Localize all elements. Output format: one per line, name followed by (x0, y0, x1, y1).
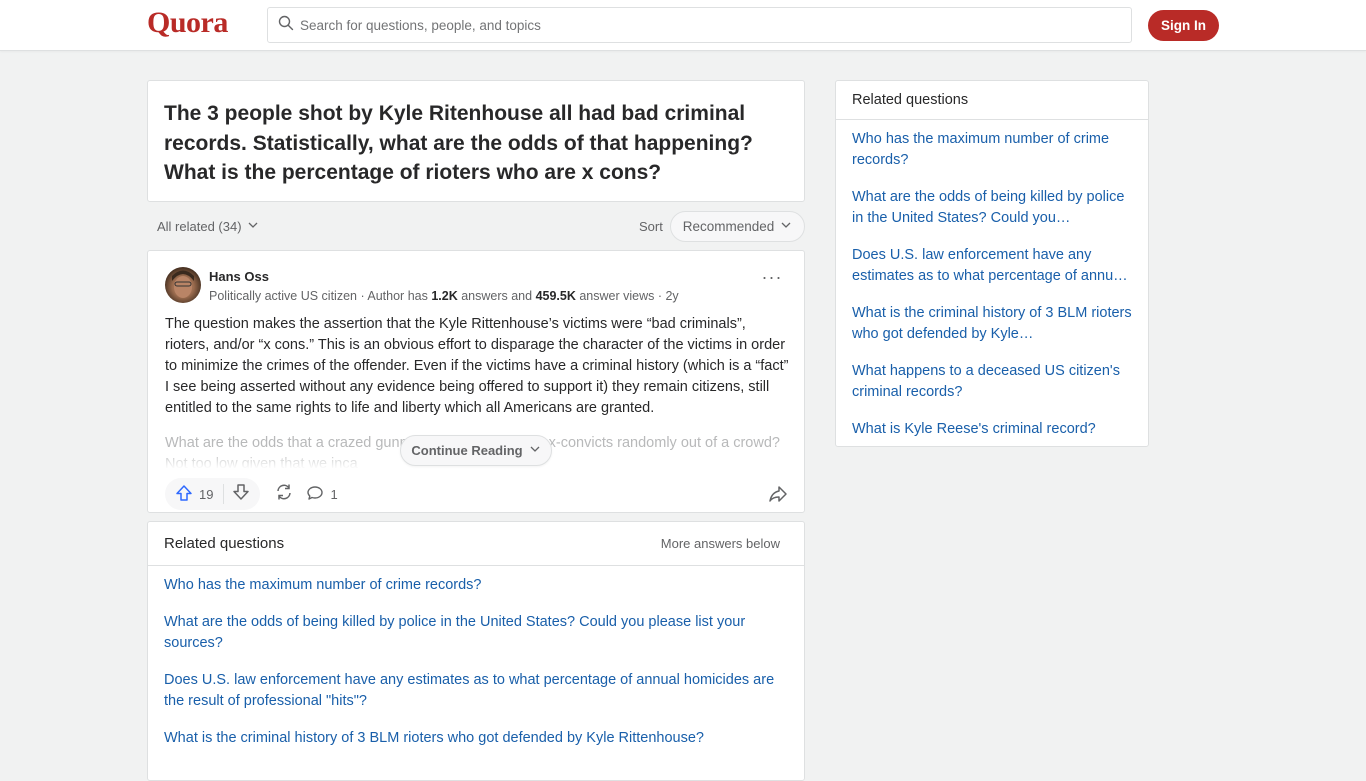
downvote-icon (232, 483, 250, 505)
more-options-icon[interactable]: ··· (760, 265, 784, 289)
comment-icon (306, 484, 324, 505)
related-title: Related questions (164, 535, 285, 552)
related-question-link[interactable]: Who has the maximum number of crime reco… (164, 575, 794, 596)
sort-dropdown[interactable]: Recommended (670, 211, 805, 242)
quora-logo[interactable]: Quora (147, 6, 228, 40)
continue-reading-button[interactable]: Continue Reading (400, 435, 552, 466)
related-question-link[interactable]: Does U.S. law enforcement have any estim… (164, 670, 794, 712)
all-related-dropdown[interactable]: All related (34) (157, 219, 259, 234)
share-button[interactable] (768, 484, 788, 508)
answer-filter-bar: All related (34) Sort Recommended (147, 210, 805, 244)
sign-in-button[interactable]: Sign In (1148, 10, 1219, 41)
sidebar-question-link[interactable]: What is the criminal history of 3 BLM ri… (852, 303, 1132, 345)
sidebar-question-link[interactable]: What is Kyle Reese's criminal record? (852, 419, 1132, 440)
related-questions-main: Related questions More answers below Who… (147, 521, 805, 781)
related-question-link[interactable]: What are the odds of being killed by pol… (164, 612, 794, 654)
reshare-icon (274, 482, 294, 506)
sidebar-question-link[interactable]: What happens to a deceased US citizen's … (852, 361, 1132, 403)
sort-value: Recommended (682, 219, 775, 234)
comment-count: 1 (330, 486, 338, 502)
upvote-button[interactable]: 19 (175, 484, 225, 505)
answers-count: 1.2K (431, 289, 458, 303)
cred-text: answers and (457, 289, 536, 303)
search-input[interactable] (300, 17, 1100, 33)
reshare-button[interactable] (274, 482, 294, 506)
views-count: 459.5K (535, 289, 576, 303)
sidebar-list: Who has the maximum number of crime reco… (836, 120, 1148, 440)
answer-actions: 19 1 (165, 478, 338, 510)
chevron-down-icon (247, 219, 259, 234)
author-credential: Politically active US citizen · Author h… (209, 289, 679, 303)
continue-reading-label: Continue Reading (411, 443, 523, 458)
author-avatar[interactable] (165, 267, 201, 303)
chevron-down-icon (780, 219, 792, 234)
upvote-count: 19 (199, 486, 214, 502)
cred-text: Politically active US citizen · Author h… (209, 289, 432, 303)
related-header: Related questions More answers below (148, 522, 804, 566)
downvote-button[interactable] (224, 483, 250, 505)
chevron-down-icon (529, 443, 541, 458)
author-name[interactable]: Hans Oss (209, 269, 269, 284)
more-answers-below-link[interactable]: More answers below (661, 536, 780, 551)
search-icon (278, 15, 300, 35)
sidebar-question-link[interactable]: What are the odds of being killed by pol… (852, 187, 1132, 229)
question-title: The 3 people shot by Kyle Ritenhouse all… (164, 102, 753, 184)
sidebar-title: Related questions (836, 81, 1148, 120)
share-icon (768, 486, 788, 508)
cred-text: answer views · 2y (575, 289, 679, 303)
upvote-icon (175, 484, 193, 505)
top-header: Quora Sign In (0, 0, 1366, 51)
answer-card: Hans Oss Politically active US citizen ·… (147, 250, 805, 513)
related-list: Who has the maximum number of crime reco… (148, 566, 804, 749)
comment-button[interactable]: 1 (306, 484, 338, 505)
answer-body: The question makes the assertion that th… (165, 316, 789, 416)
sort-label: Sort (639, 219, 663, 234)
all-related-label: All related (34) (157, 219, 242, 234)
sidebar-question-link[interactable]: Does U.S. law enforcement have any estim… (852, 245, 1132, 287)
vote-pill: 19 (165, 478, 261, 510)
related-question-link[interactable]: What is the criminal history of 3 BLM ri… (164, 728, 794, 749)
search-box[interactable] (267, 7, 1132, 43)
question-card: The 3 people shot by Kyle Ritenhouse all… (147, 80, 805, 202)
sidebar-question-link[interactable]: Who has the maximum number of crime reco… (852, 129, 1132, 171)
related-questions-sidebar: Related questions Who has the maximum nu… (835, 80, 1149, 447)
